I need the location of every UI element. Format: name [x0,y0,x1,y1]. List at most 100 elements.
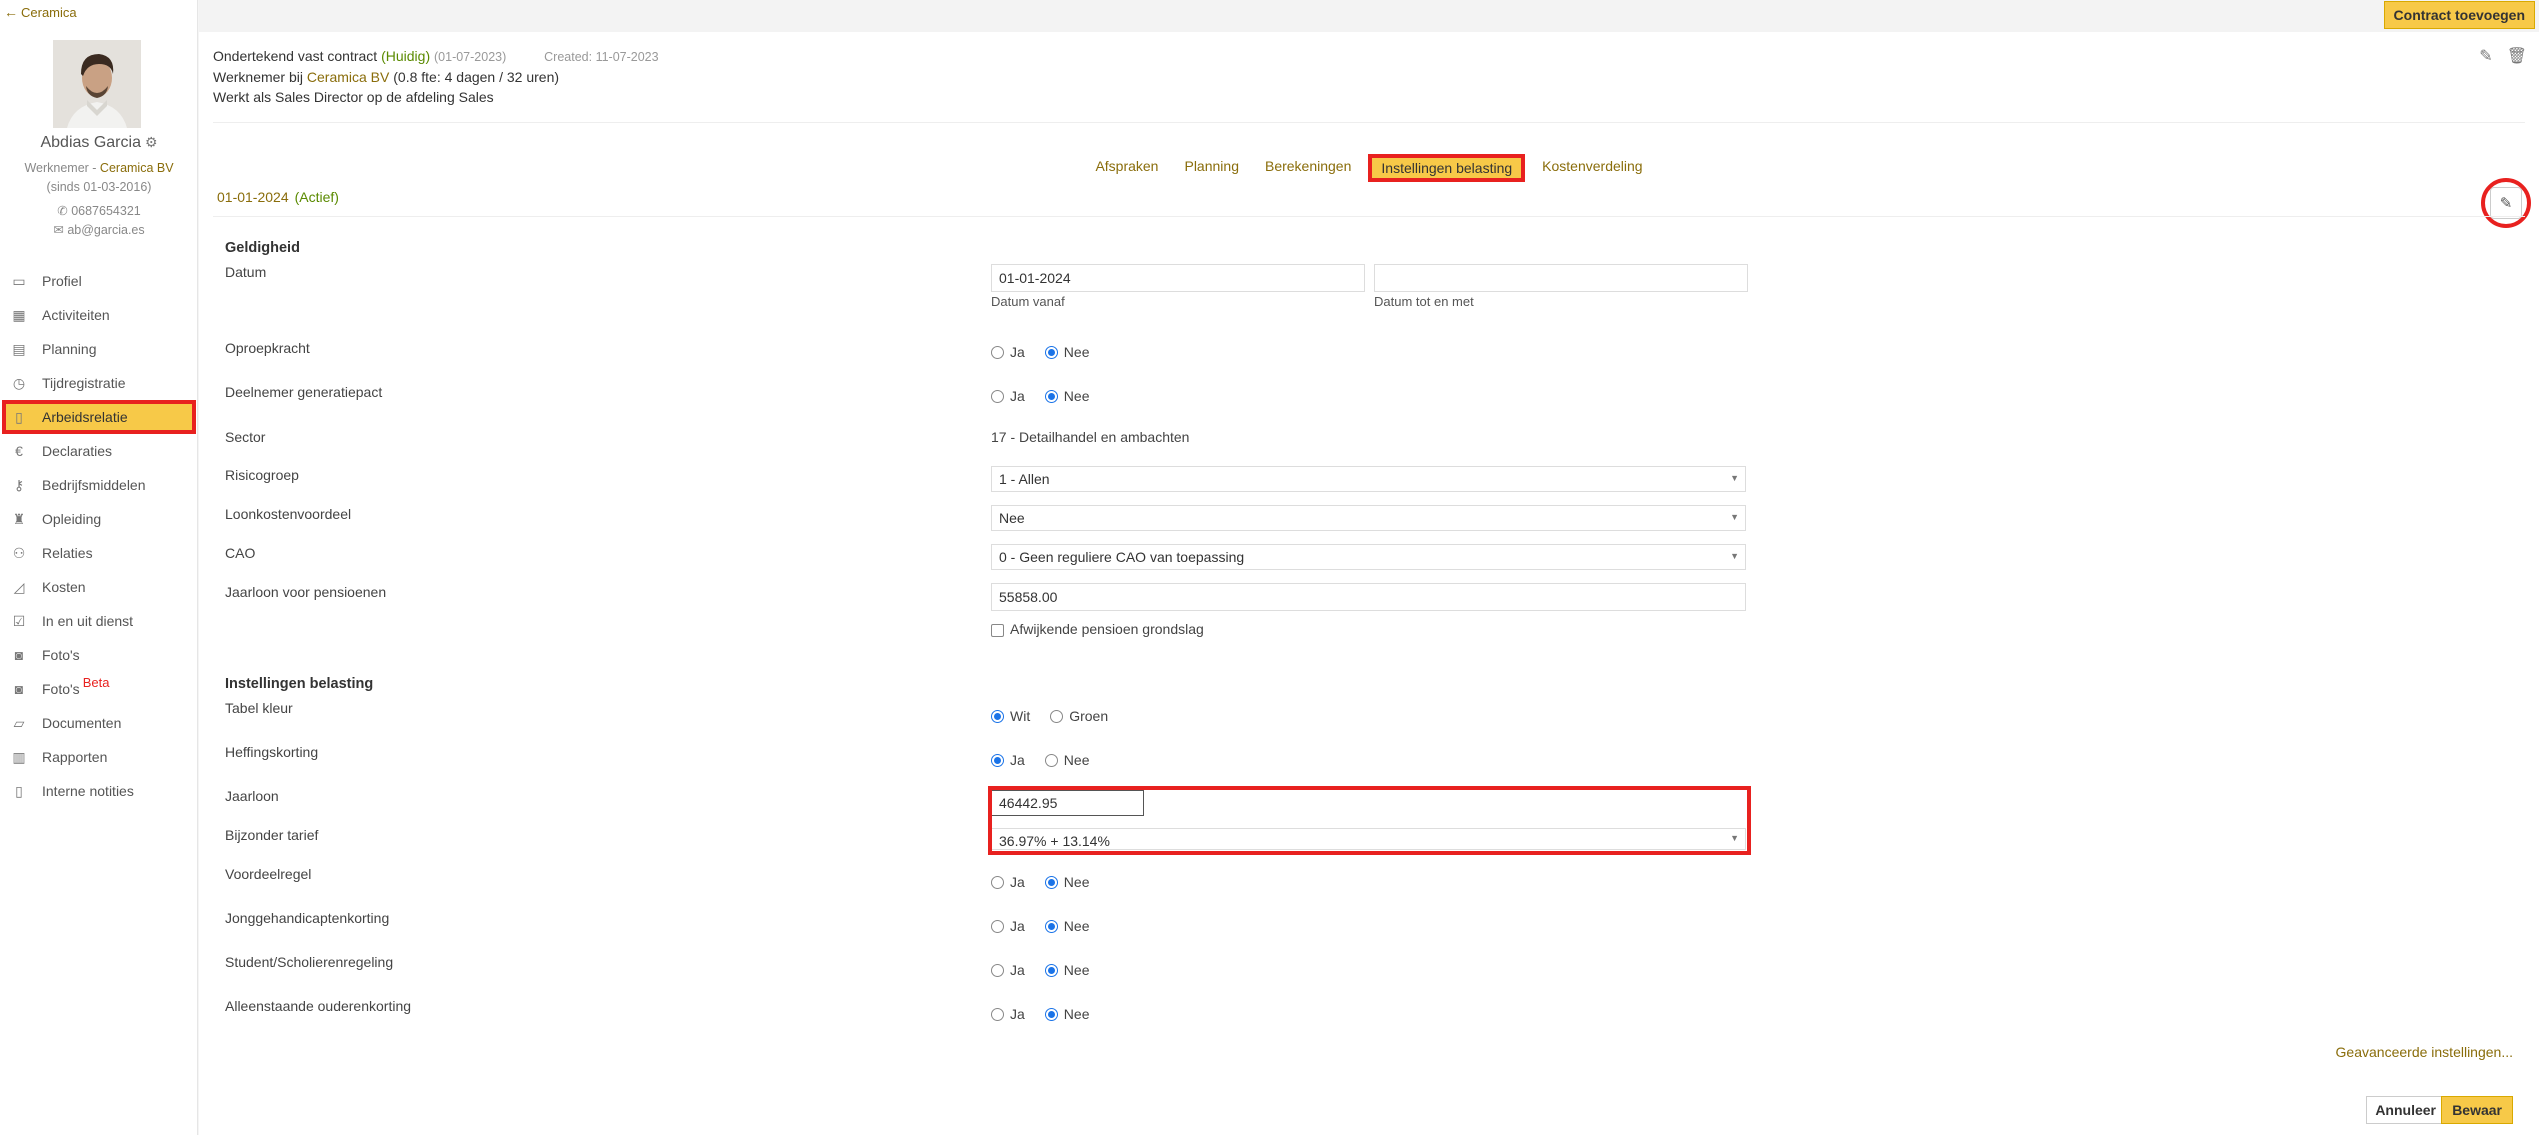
caret-down-icon: ▼ [1730,512,1739,522]
euro-icon: € [15,443,23,459]
report-icon: ▥ [12,748,26,765]
deelnemer-nee-radio[interactable] [1044,389,1058,403]
cancel-button[interactable]: Annuleer [2366,1096,2445,1124]
oproepkracht-ja-radio[interactable] [991,345,1004,359]
tab-berekeningen[interactable]: Berekeningen [1256,154,1360,182]
student-label: Student/Scholierenregeling [225,954,394,970]
arrow-left-icon: ← [4,4,18,20]
alleenstaande-ja-radio[interactable] [991,1007,1004,1021]
profile-since: (sinds 01-03-2016) [46,180,152,194]
camera-icon: ◙ [14,681,24,697]
profile-email: ✉ ab@garcia.es [53,223,145,237]
jonggehandicapten-nee-radio[interactable] [1044,919,1058,933]
sidebar-item-rapporten[interactable]: ▥ Rapporten [0,740,198,774]
heffingskorting-label: Heffingskorting [225,744,319,760]
cao-select[interactable]: 0 - Geen reguliere CAO van toepassing ▼ [991,544,1746,570]
alleenstaande-radio-group: Ja Nee [991,1006,1103,1022]
profile-role: Werknemer - Ceramica BV [24,161,174,175]
clipboard-icon: ▯ [15,782,23,799]
datum-vanaf-input[interactable] [991,264,1365,292]
folder-icon: ▱ [13,714,25,731]
sidebar-item-declaraties[interactable]: € Declaraties [0,434,198,468]
contract-icon: ▯ [15,408,23,425]
loonkosten-label: Loonkostenvoordeel [225,506,352,522]
tab-afspraken[interactable]: Afspraken [1086,154,1167,182]
sidebar-item-opleiding[interactable]: ♜ Opleiding [0,502,198,536]
sidebar-item-label: Planning [42,341,97,357]
edit-period-button[interactable]: ✎ [2490,187,2522,219]
voordeelregel-ja-radio[interactable] [991,875,1004,889]
gear-icon[interactable]: ⚙ [145,134,158,150]
beta-badge: Beta [82,674,110,690]
voordeelregel-nee-radio[interactable] [1044,875,1058,889]
datum-label: Datum [225,264,267,280]
save-button[interactable]: Bewaar [2441,1096,2513,1124]
loonkosten-select[interactable]: Nee ▼ [991,505,1746,531]
employer-link[interactable]: Ceramica BV [307,69,389,85]
oproepkracht-nee-radio[interactable] [1044,345,1058,359]
section-belasting: Instellingen belasting [225,676,374,692]
sidebar-item-profiel[interactable]: ▭ Profiel [0,264,198,298]
sidebar-item-label: Kosten [42,579,86,595]
jonggehandicapten-ja-radio[interactable] [991,919,1004,933]
top-bar: Contract toevoegen [199,0,2539,32]
datum-tot-input[interactable] [1374,264,1748,292]
phone-icon: ✆ [57,204,72,218]
jonggehandicapten-label: Jonggehandicaptenkorting [225,910,390,926]
jaarloon-pensioen-label: Jaarloon voor pensioenen [225,584,387,600]
sidebar-item-bedrijfsmiddelen[interactable]: ⚷ Bedrijfsmiddelen [0,468,198,502]
heffingskorting-nee-radio[interactable] [1044,753,1058,767]
advanced-settings-link[interactable]: Geavanceerde instellingen... [2336,1044,2513,1060]
alleenstaande-nee-radio[interactable] [1044,1007,1058,1021]
sidebar-item-arbeidsrelatie[interactable]: ▯ Arbeidsrelatie [2,400,196,434]
sidebar-item-interne-notities[interactable]: ▯ Interne notities [0,774,198,808]
sidebar-item-label: Interne notities [42,783,134,799]
trash-icon[interactable]: 🗑 [2507,46,2527,66]
tab-planning[interactable]: Planning [1175,154,1248,182]
risicogroep-label: Risicogroep [225,467,299,483]
sidebar-item-foto-s[interactable]: ◙ Foto's [0,638,198,672]
profile-phone: ✆ 0687654321 [57,204,141,218]
student-ja-radio[interactable] [991,963,1004,977]
tab-kostenverdeling[interactable]: Kostenverdeling [1533,154,1651,182]
deelnemer-ja-radio[interactable] [991,389,1004,403]
contract-employer-line: Werknemer bij Ceramica BV (0.8 fte: 4 da… [213,69,560,85]
sidebar-item-label: Arbeidsrelatie [42,409,128,425]
contract-title-line: Ondertekend vast contract (Huidig) (01-0… [213,48,659,64]
sidebar-item-foto-s[interactable]: ◙ Foto's Beta [0,672,198,706]
profile-name: Abdias Garcia ⚙ [40,134,158,151]
tabel-kleur-groen-radio[interactable] [1050,709,1064,723]
user-check-icon: ☑ [12,612,26,629]
caret-down-icon: ▼ [1730,551,1739,561]
afwijkende-checkbox[interactable] [991,623,1004,637]
sidebar-item-label: Bedrijfsmiddelen [42,477,146,493]
sidebar-item-label: Documenten [42,715,122,731]
sidebar-item-planning[interactable]: ▤ Planning [0,332,198,366]
sidebar-item-label: Activiteiten [42,307,110,323]
sidebar-item-documenten[interactable]: ▱ Documenten [0,706,198,740]
back-link[interactable]: ← Ceramica [4,4,77,20]
sidebar-item-kosten[interactable]: ◿ Kosten [0,570,198,604]
sidebar-item-in-en-uit-dienst[interactable]: ☑ In en uit dienst [0,604,198,638]
oproepkracht-label: Oproepkracht [225,340,310,356]
sidebar-item-relaties[interactable]: ⚇ Relaties [0,536,198,570]
student-nee-radio[interactable] [1044,963,1058,977]
add-contract-button[interactable]: Contract toevoegen [2383,1,2535,29]
sidebar-item-activiteiten[interactable]: ▦ Activiteiten [0,298,198,332]
tab-bar: Afspraken Planning Berekeningen Instellinge… [199,154,2539,182]
oproepkracht-radio-group: Ja Nee [991,344,1103,360]
tab-instellingen-belasting[interactable]: Instellingen belasting [1368,154,1526,182]
highlight-box [988,786,1751,855]
id-card-icon: ▭ [12,272,26,289]
deelnemer-label: Deelnemer generatiepact [225,384,383,400]
heffingskorting-ja-radio[interactable] [991,753,1004,767]
risicogroep-select[interactable]: 1 - Allen ▼ [991,466,1746,492]
contract-header: Ondertekend vast contract (Huidig) (01-0… [213,46,659,107]
tabel-kleur-wit-radio[interactable] [991,709,1004,723]
jaarloon-pensioen-input[interactable] [991,583,1746,611]
company-link[interactable]: Ceramica BV [100,161,174,175]
voordeelregel-label: Voordeelregel [225,866,312,882]
sidebar-item-tijdregistratie[interactable]: ◷ Tijdregistratie [0,366,198,400]
pencil-icon[interactable]: ✎ [2479,46,2492,66]
avatar [53,40,141,128]
